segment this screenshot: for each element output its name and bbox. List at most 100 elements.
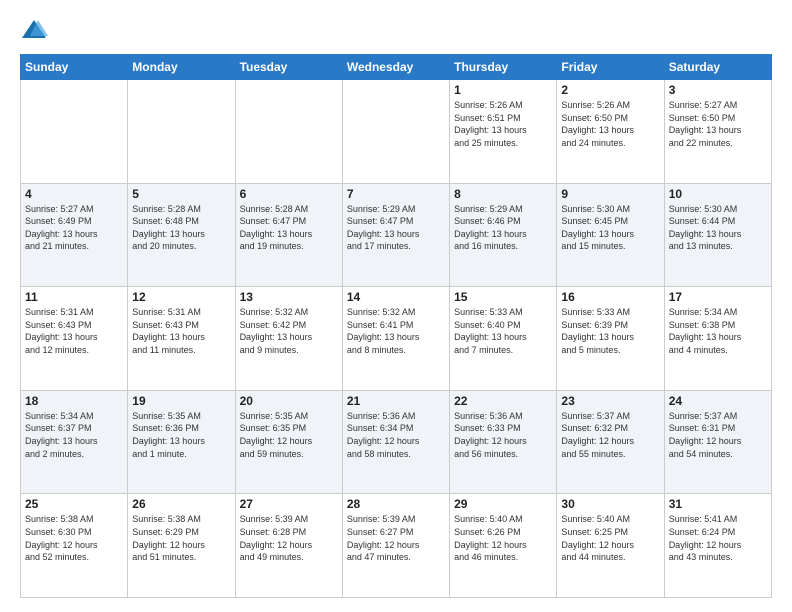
day-info: Sunrise: 5:41 AM Sunset: 6:24 PM Dayligh…	[669, 513, 767, 563]
day-info: Sunrise: 5:26 AM Sunset: 6:50 PM Dayligh…	[561, 99, 659, 149]
calendar-cell: 30 Sunrise: 5:40 AM Sunset: 6:25 PM Dayli…	[557, 494, 664, 598]
day-number: 6	[240, 187, 338, 201]
day-number: 1	[454, 83, 552, 97]
day-info: Sunrise: 5:37 AM Sunset: 6:32 PM Dayligh…	[561, 410, 659, 460]
calendar-cell: 7 Sunrise: 5:29 AM Sunset: 6:47 PM Daylig…	[342, 183, 449, 287]
day-info: Sunrise: 5:33 AM Sunset: 6:39 PM Dayligh…	[561, 306, 659, 356]
day-info: Sunrise: 5:38 AM Sunset: 6:30 PM Dayligh…	[25, 513, 123, 563]
day-info: Sunrise: 5:26 AM Sunset: 6:51 PM Dayligh…	[454, 99, 552, 149]
day-info: Sunrise: 5:37 AM Sunset: 6:31 PM Dayligh…	[669, 410, 767, 460]
day-number: 31	[669, 497, 767, 511]
day-number: 3	[669, 83, 767, 97]
day-info: Sunrise: 5:29 AM Sunset: 6:47 PM Dayligh…	[347, 203, 445, 253]
day-number: 12	[132, 290, 230, 304]
calendar-cell: 26 Sunrise: 5:38 AM Sunset: 6:29 PM Dayli…	[128, 494, 235, 598]
calendar-cell: 24 Sunrise: 5:37 AM Sunset: 6:31 PM Dayli…	[664, 390, 771, 494]
calendar-cell	[342, 80, 449, 184]
day-header-saturday: Saturday	[664, 55, 771, 80]
day-number: 30	[561, 497, 659, 511]
day-info: Sunrise: 5:28 AM Sunset: 6:48 PM Dayligh…	[132, 203, 230, 253]
week-row-1: 1 Sunrise: 5:26 AM Sunset: 6:51 PM Daylig…	[21, 80, 772, 184]
day-info: Sunrise: 5:31 AM Sunset: 6:43 PM Dayligh…	[132, 306, 230, 356]
day-number: 22	[454, 394, 552, 408]
calendar-cell	[21, 80, 128, 184]
calendar-cell: 6Sunrise: 5:28 AM Sunset: 6:47 PM Daylig…	[235, 183, 342, 287]
day-info: Sunrise: 5:33 AM Sunset: 6:40 PM Dayligh…	[454, 306, 552, 356]
day-number: 19	[132, 394, 230, 408]
calendar-cell: 12 Sunrise: 5:31 AM Sunset: 6:43 PM Dayli…	[128, 287, 235, 391]
day-info: Sunrise: 5:40 AM Sunset: 6:26 PM Dayligh…	[454, 513, 552, 563]
header	[20, 16, 772, 44]
day-number: 10	[669, 187, 767, 201]
day-info: Sunrise: 5:30 AM Sunset: 6:45 PM Dayligh…	[561, 203, 659, 253]
header-row: SundayMondayTuesdayWednesdayThursdayFrid…	[21, 55, 772, 80]
calendar-cell: 11 Sunrise: 5:31 AM Sunset: 6:43 PM Dayli…	[21, 287, 128, 391]
calendar-cell: 15 Sunrise: 5:33 AM Sunset: 6:40 PM Dayli…	[450, 287, 557, 391]
day-header-monday: Monday	[128, 55, 235, 80]
logo-icon	[20, 16, 48, 44]
day-info: Sunrise: 5:27 AM Sunset: 6:50 PM Dayligh…	[669, 99, 767, 149]
day-number: 24	[669, 394, 767, 408]
day-info: Sunrise: 5:30 AM Sunset: 6:44 PM Dayligh…	[669, 203, 767, 253]
day-number: 26	[132, 497, 230, 511]
calendar-cell: 22 Sunrise: 5:36 AM Sunset: 6:33 PM Dayli…	[450, 390, 557, 494]
calendar-cell: 31 Sunrise: 5:41 AM Sunset: 6:24 PM Dayli…	[664, 494, 771, 598]
calendar-cell: 14 Sunrise: 5:32 AM Sunset: 6:41 PM Dayli…	[342, 287, 449, 391]
day-number: 25	[25, 497, 123, 511]
logo	[20, 16, 52, 44]
day-info: Sunrise: 5:39 AM Sunset: 6:27 PM Dayligh…	[347, 513, 445, 563]
calendar-cell: 17 Sunrise: 5:34 AM Sunset: 6:38 PM Dayli…	[664, 287, 771, 391]
calendar-cell: 21 Sunrise: 5:36 AM Sunset: 6:34 PM Dayli…	[342, 390, 449, 494]
day-number: 7	[347, 187, 445, 201]
day-info: Sunrise: 5:35 AM Sunset: 6:35 PM Dayligh…	[240, 410, 338, 460]
day-info: Sunrise: 5:31 AM Sunset: 6:43 PM Dayligh…	[25, 306, 123, 356]
week-row-4: 18Sunrise: 5:34 AM Sunset: 6:37 PM Dayli…	[21, 390, 772, 494]
week-row-2: 4Sunrise: 5:27 AM Sunset: 6:49 PM Daylig…	[21, 183, 772, 287]
calendar-cell: 5 Sunrise: 5:28 AM Sunset: 6:48 PM Daylig…	[128, 183, 235, 287]
day-info: Sunrise: 5:27 AM Sunset: 6:49 PM Dayligh…	[25, 203, 123, 253]
calendar-cell: 23Sunrise: 5:37 AM Sunset: 6:32 PM Dayli…	[557, 390, 664, 494]
calendar-cell: 9Sunrise: 5:30 AM Sunset: 6:45 PM Daylig…	[557, 183, 664, 287]
calendar-cell: 27Sunrise: 5:39 AM Sunset: 6:28 PM Dayli…	[235, 494, 342, 598]
day-info: Sunrise: 5:36 AM Sunset: 6:33 PM Dayligh…	[454, 410, 552, 460]
day-info: Sunrise: 5:32 AM Sunset: 6:41 PM Dayligh…	[347, 306, 445, 356]
day-number: 14	[347, 290, 445, 304]
day-number: 11	[25, 290, 123, 304]
calendar-cell: 13Sunrise: 5:32 AM Sunset: 6:42 PM Dayli…	[235, 287, 342, 391]
day-header-sunday: Sunday	[21, 55, 128, 80]
day-info: Sunrise: 5:36 AM Sunset: 6:34 PM Dayligh…	[347, 410, 445, 460]
calendar-cell: 2 Sunrise: 5:26 AM Sunset: 6:50 PM Daylig…	[557, 80, 664, 184]
day-header-friday: Friday	[557, 55, 664, 80]
calendar-cell	[235, 80, 342, 184]
day-info: Sunrise: 5:29 AM Sunset: 6:46 PM Dayligh…	[454, 203, 552, 253]
calendar-cell: 1 Sunrise: 5:26 AM Sunset: 6:51 PM Daylig…	[450, 80, 557, 184]
calendar-cell: 8Sunrise: 5:29 AM Sunset: 6:46 PM Daylig…	[450, 183, 557, 287]
day-number: 2	[561, 83, 659, 97]
day-info: Sunrise: 5:38 AM Sunset: 6:29 PM Dayligh…	[132, 513, 230, 563]
calendar-cell: 20Sunrise: 5:35 AM Sunset: 6:35 PM Dayli…	[235, 390, 342, 494]
day-info: Sunrise: 5:32 AM Sunset: 6:42 PM Dayligh…	[240, 306, 338, 356]
day-info: Sunrise: 5:40 AM Sunset: 6:25 PM Dayligh…	[561, 513, 659, 563]
day-number: 16	[561, 290, 659, 304]
day-header-tuesday: Tuesday	[235, 55, 342, 80]
day-number: 15	[454, 290, 552, 304]
day-number: 27	[240, 497, 338, 511]
calendar-cell	[128, 80, 235, 184]
calendar-cell: 25 Sunrise: 5:38 AM Sunset: 6:30 PM Dayli…	[21, 494, 128, 598]
calendar: SundayMondayTuesdayWednesdayThursdayFrid…	[20, 54, 772, 598]
day-number: 21	[347, 394, 445, 408]
week-row-5: 25 Sunrise: 5:38 AM Sunset: 6:30 PM Dayli…	[21, 494, 772, 598]
day-number: 5	[132, 187, 230, 201]
calendar-cell: 16 Sunrise: 5:33 AM Sunset: 6:39 PM Dayli…	[557, 287, 664, 391]
day-number: 18	[25, 394, 123, 408]
day-header-thursday: Thursday	[450, 55, 557, 80]
week-row-3: 11 Sunrise: 5:31 AM Sunset: 6:43 PM Dayli…	[21, 287, 772, 391]
day-header-wednesday: Wednesday	[342, 55, 449, 80]
page: SundayMondayTuesdayWednesdayThursdayFrid…	[0, 0, 792, 612]
day-number: 17	[669, 290, 767, 304]
calendar-body: 1 Sunrise: 5:26 AM Sunset: 6:51 PM Daylig…	[21, 80, 772, 598]
calendar-cell: 29Sunrise: 5:40 AM Sunset: 6:26 PM Dayli…	[450, 494, 557, 598]
calendar-header: SundayMondayTuesdayWednesdayThursdayFrid…	[21, 55, 772, 80]
day-info: Sunrise: 5:35 AM Sunset: 6:36 PM Dayligh…	[132, 410, 230, 460]
day-info: Sunrise: 5:34 AM Sunset: 6:38 PM Dayligh…	[669, 306, 767, 356]
